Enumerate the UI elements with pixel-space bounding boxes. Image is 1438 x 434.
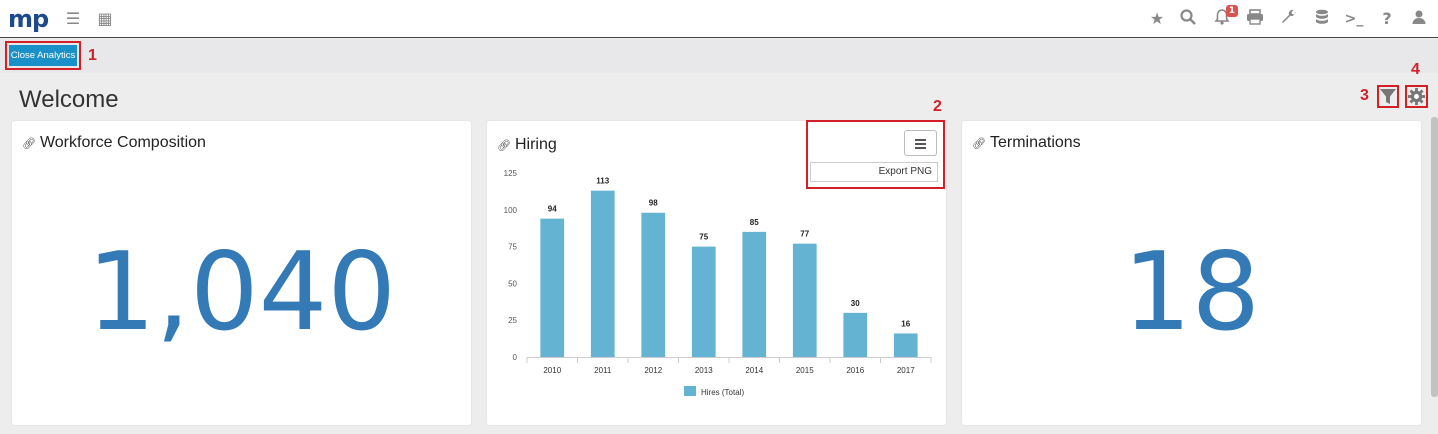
x-tick-label: 2012	[644, 366, 662, 375]
card-title: 🔗︎ Workforce Composition	[22, 134, 206, 152]
data-label: 30	[851, 299, 860, 308]
annotation-marker-3: 3	[1360, 87, 1369, 104]
data-label: 94	[548, 205, 557, 214]
data-label: 113	[596, 177, 609, 186]
x-tick-label: 2010	[543, 366, 561, 375]
link-icon[interactable]: 🔗︎	[972, 137, 986, 150]
chart-bar	[792, 243, 817, 357]
data-label: 98	[649, 199, 658, 208]
page-scrollbar[interactable]	[1431, 117, 1438, 397]
filter-button[interactable]	[1377, 85, 1399, 108]
wrench-icon[interactable]	[1279, 9, 1299, 29]
x-tick-label: 2016	[846, 366, 864, 375]
terminations-card: 🔗︎ Terminations 18	[962, 121, 1421, 425]
hamburger-icon	[915, 139, 926, 149]
chart-menu-button[interactable]	[904, 130, 937, 156]
card-title: 🔗︎ Terminations	[972, 134, 1081, 152]
chart-bar	[590, 190, 615, 357]
workforce-count: 1,040	[86, 230, 397, 355]
data-label: 16	[901, 319, 910, 328]
annotation-marker-2: 2	[933, 98, 942, 115]
y-tick-label: 125	[504, 169, 518, 178]
y-tick-label: 75	[508, 243, 517, 252]
workforce-composition-card: 🔗︎ Workforce Composition 1,040	[12, 121, 471, 425]
chart-bar	[540, 218, 565, 357]
x-tick-label: 2017	[897, 366, 915, 375]
y-tick-label: 100	[504, 206, 518, 215]
chart-bar	[641, 212, 666, 357]
chart-bar	[893, 333, 918, 357]
annotation-marker-4: 4	[1411, 61, 1420, 78]
print-icon[interactable]	[1245, 9, 1265, 29]
menu-icon[interactable]: ☰	[63, 9, 83, 29]
search-icon[interactable]	[1178, 9, 1198, 29]
app-logo[interactable]: mp	[8, 5, 49, 33]
filter-icon	[1380, 89, 1396, 104]
user-icon[interactable]	[1409, 9, 1429, 29]
database-icon[interactable]	[1312, 9, 1332, 29]
chart-bar	[742, 231, 767, 357]
gear-icon	[1407, 87, 1426, 106]
chart-bar	[691, 246, 716, 357]
x-tick-label: 2015	[796, 366, 814, 375]
page-title: Welcome	[19, 86, 119, 113]
legend-swatch	[684, 386, 696, 396]
chart-bar	[843, 312, 868, 357]
legend-label: Hires (Total)	[701, 388, 744, 397]
apps-grid-icon[interactable]: ▦	[95, 9, 115, 29]
data-label: 77	[800, 230, 809, 239]
terminations-title: Terminations	[989, 134, 1081, 151]
notification-badge: 1	[1225, 5, 1238, 17]
workforce-title: Workforce Composition	[39, 134, 206, 151]
y-tick-label: 50	[508, 279, 517, 288]
bell-icon[interactable]: 1	[1212, 5, 1238, 29]
terminations-count: 18	[1122, 230, 1261, 355]
terminal-icon[interactable]: >_	[1344, 9, 1364, 29]
analytics-toolbar	[0, 39, 1438, 73]
close-analytics-label: Close Analytics	[9, 45, 77, 66]
x-tick-label: 2014	[745, 366, 763, 375]
data-label: 75	[699, 233, 708, 242]
help-icon[interactable]: ?	[1377, 9, 1397, 29]
close-analytics-button[interactable]: Close Analytics	[5, 41, 81, 70]
y-tick-label: 0	[513, 353, 518, 362]
y-tick-label: 25	[508, 316, 517, 325]
x-tick-label: 2013	[695, 366, 713, 375]
export-png-menu-item[interactable]: Export PNG	[810, 162, 938, 182]
link-icon[interactable]: 🔗︎	[22, 137, 36, 150]
settings-button[interactable]	[1405, 85, 1428, 108]
data-label: 85	[750, 218, 759, 227]
star-icon[interactable]: ★	[1147, 9, 1167, 29]
x-tick-label: 2011	[594, 366, 612, 375]
top-navbar: mp ☰ ▦ ★ 1 >_ ?	[0, 0, 1438, 38]
annotation-marker-1: 1	[88, 47, 97, 64]
